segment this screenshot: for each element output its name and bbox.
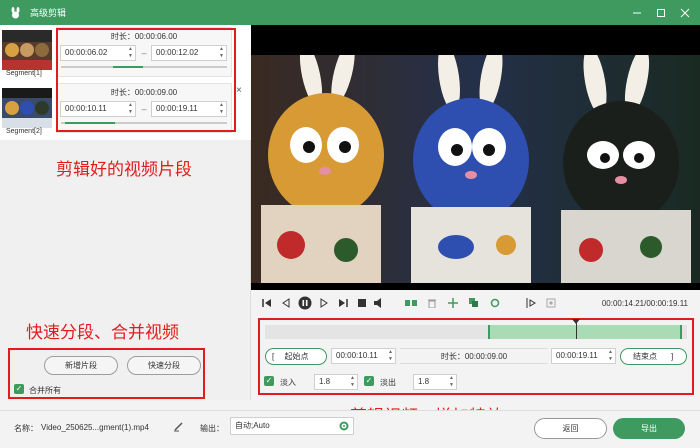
end-time-input[interactable]: 00:00:19.11 ▲ ▼: [551, 348, 616, 364]
footer-bar: 名称： Video_250625...gment(1).mp4 输出： 自动;A…: [0, 410, 700, 448]
mark-out-icon[interactable]: [546, 297, 558, 309]
player-controls: 00:00:14.21/00:00:19.11: [251, 290, 700, 318]
fade-in-input[interactable]: 1.8 ▲ ▼: [314, 374, 358, 390]
next-mark-icon[interactable]: [337, 297, 349, 309]
playhead-handle-icon[interactable]: [572, 319, 580, 324]
segment-thumbnail[interactable]: [2, 30, 52, 70]
fade-out-checkbox[interactable]: ✓: [364, 376, 374, 386]
video-preview[interactable]: [251, 25, 700, 290]
split-icon[interactable]: [405, 297, 417, 309]
segment-thumbnail[interactable]: [2, 88, 52, 128]
annotation-box-split-merge: [8, 348, 205, 399]
spinner-icon[interactable]: ▲ ▼: [388, 349, 393, 363]
trash-icon[interactable]: [426, 297, 438, 309]
window-title: 高级剪辑: [30, 8, 67, 18]
minimize-icon[interactable]: [632, 8, 642, 18]
fade-out-input[interactable]: 1.8 ▲ ▼: [413, 374, 457, 390]
mark-in-icon[interactable]: [526, 297, 538, 309]
spinner-icon[interactable]: ▲ ▼: [350, 375, 355, 389]
annotation-segments: 剪辑好的视频片段: [56, 160, 192, 179]
volume-icon[interactable]: [373, 297, 385, 309]
timeline-track[interactable]: [265, 319, 687, 339]
video-frame: [251, 55, 700, 283]
gear-icon[interactable]: [339, 421, 349, 437]
segment-close-icon[interactable]: ×: [236, 85, 242, 96]
segment-label: Segment[2]: [6, 128, 42, 135]
timeline-selection[interactable]: [488, 325, 682, 339]
start-time-input[interactable]: 00:00:10.11 ▲ ▼: [331, 348, 396, 364]
rabbit-logo-icon: [8, 6, 22, 19]
copy-icon[interactable]: [468, 297, 480, 309]
set-end-button[interactable]: 结束点]: [620, 348, 687, 365]
name-label: 名称：: [14, 424, 38, 433]
time-readout: 00:00:14.21/00:00:19.11: [601, 299, 688, 308]
fade-in-checkbox[interactable]: ✓: [264, 376, 274, 386]
close-icon[interactable]: [680, 8, 690, 18]
step-back-icon[interactable]: [280, 297, 292, 309]
export-button[interactable]: 导出: [613, 418, 685, 439]
set-start-button[interactable]: [ 起始点: [265, 348, 327, 365]
add-icon[interactable]: [447, 297, 459, 309]
output-label: 输出：: [200, 424, 224, 433]
prev-mark-icon[interactable]: [261, 297, 273, 309]
segment-label: Segment[1]: [6, 70, 42, 77]
annotation-split-merge: 快速分段、合并视频: [26, 323, 179, 342]
edit-icon[interactable]: [173, 421, 184, 434]
output-select[interactable]: 自动;Auto: [230, 417, 354, 435]
spinner-icon[interactable]: ▲ ▼: [449, 375, 454, 389]
stop-icon[interactable]: [356, 297, 368, 309]
pause-icon[interactable]: [298, 296, 312, 310]
reset-icon[interactable]: [489, 297, 501, 309]
annotation-box-segments: [56, 28, 236, 132]
maximize-icon[interactable]: [656, 8, 666, 18]
title-bar: 高级剪辑: [0, 0, 700, 25]
trim-duration: 时长：00:00:09.00: [400, 348, 548, 364]
fade-out-label: 淡出: [380, 378, 396, 387]
back-button[interactable]: 返回: [534, 418, 607, 439]
step-forward-icon[interactable]: [318, 297, 330, 309]
spinner-icon[interactable]: ▲ ▼: [608, 349, 613, 363]
file-name: Video_250625...gment(1).mp4: [41, 423, 149, 432]
fade-in-label: 淡入: [280, 378, 296, 387]
